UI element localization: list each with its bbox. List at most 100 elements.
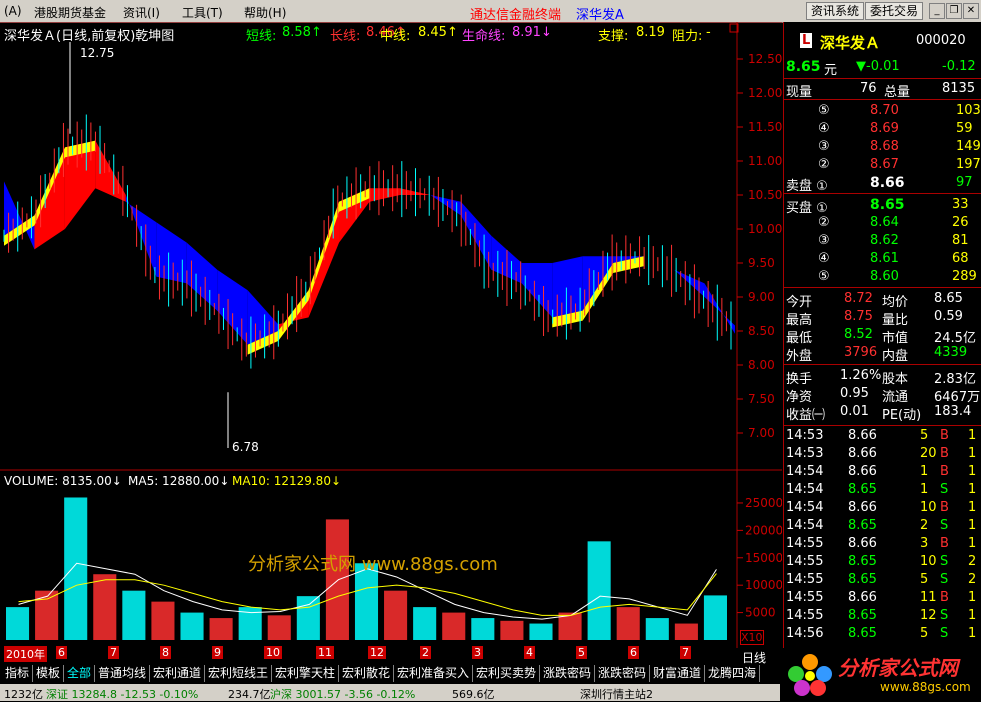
indicator-tab[interactable]: 宏利擎天柱 bbox=[272, 665, 340, 682]
indicator-tab[interactable]: 涨跌密码 bbox=[540, 665, 596, 682]
tick-row: 14:55 8.65 12 S 1 bbox=[784, 607, 981, 625]
tick-time: 14:54 bbox=[786, 518, 824, 533]
tick-side: S bbox=[940, 608, 949, 623]
indicator-tab[interactable]: 涨跌密码 bbox=[595, 665, 651, 682]
stat-label: 收益㈠ bbox=[786, 408, 826, 423]
minimize-icon[interactable]: _ bbox=[929, 3, 945, 19]
vol-tick-label: 20000 bbox=[745, 523, 782, 537]
x-axis-label: 6 bbox=[628, 646, 639, 659]
sell-row: 卖盘 ① 8.66 97 bbox=[784, 174, 981, 194]
x-axis-label: 5 bbox=[576, 646, 587, 659]
x-axis-label: 4 bbox=[524, 646, 535, 659]
ribbon-segment bbox=[674, 269, 705, 297]
tick-side: B bbox=[940, 464, 949, 479]
sell-volume: 103 bbox=[956, 103, 981, 118]
info-system-button[interactable]: 资讯系统 bbox=[806, 2, 865, 20]
total-volume-label: 总量 bbox=[884, 85, 911, 100]
tick-volume: 11 bbox=[920, 590, 937, 605]
tick-count: 1 bbox=[968, 464, 977, 479]
menu-info[interactable]: 资讯(I) bbox=[123, 4, 160, 21]
sell-row: ⑤ 8.70 103 bbox=[784, 102, 981, 120]
buy-row: 买盘 ① 8.65 33 bbox=[784, 196, 981, 216]
tick-row: 14:55 8.66 3 B 1 bbox=[784, 535, 981, 553]
stat-label: 内盘 bbox=[882, 349, 909, 364]
tick-time: 14:54 bbox=[786, 500, 824, 515]
volume-bar bbox=[6, 607, 30, 640]
total-volume: 8135 bbox=[942, 81, 976, 96]
sell-row: ③ 8.68 149 bbox=[784, 138, 981, 156]
tick-side: S bbox=[940, 626, 949, 641]
indicator-tab[interactable]: 宏利短线王 bbox=[205, 665, 273, 682]
indicator-tab[interactable]: 宏利买卖势 bbox=[473, 665, 541, 682]
x-scale-label[interactable]: X10 bbox=[740, 630, 764, 645]
buy-price: 8.65 bbox=[870, 197, 905, 213]
tick-row: 14:54 8.66 10 B 1 bbox=[784, 499, 981, 517]
indicator-tab[interactable]: 宏利散花 bbox=[339, 665, 395, 682]
x-axis-label: 7 bbox=[108, 646, 119, 659]
tick-row: 14:56 8.65 5 S 1 bbox=[784, 625, 981, 643]
indicator-tab[interactable]: 宏利准备买入 bbox=[394, 665, 474, 682]
tick-price: 8.65 bbox=[848, 518, 877, 533]
ma10-label: MA10: 12129.80↓ bbox=[232, 474, 342, 488]
volume-bar bbox=[64, 497, 88, 640]
indicator-tab[interactable]: 龙腾四海 bbox=[705, 665, 761, 682]
menu-help[interactable]: 帮助(H) bbox=[244, 4, 286, 21]
x-axis-label: 2010年 bbox=[4, 646, 47, 662]
sell-level-label: ④ bbox=[818, 121, 830, 136]
tick-time: 14:54 bbox=[786, 482, 824, 497]
indicator-tab[interactable]: 宏利通道 bbox=[150, 665, 206, 682]
tick-row: 14:53 8.66 20 B 1 bbox=[784, 445, 981, 463]
y-tick-label: 11.00 bbox=[748, 154, 782, 168]
tick-time: 14:55 bbox=[786, 572, 824, 587]
sell-level-label: ⑤ bbox=[818, 103, 830, 118]
volume-bar bbox=[267, 615, 291, 640]
volume-bar bbox=[645, 618, 669, 640]
stat-value: 183.4 bbox=[934, 404, 972, 419]
volume-bar bbox=[122, 590, 146, 640]
buy-level-label: ② bbox=[818, 215, 830, 230]
divider bbox=[784, 425, 981, 426]
status-amount-b: 234.7亿 bbox=[228, 688, 271, 701]
vol-tick-label: 25000 bbox=[745, 496, 782, 510]
volume-bar bbox=[616, 607, 640, 640]
tick-price: 8.65 bbox=[848, 608, 877, 623]
volume-bar bbox=[413, 607, 437, 640]
x-axis-label: 9 bbox=[212, 646, 223, 659]
tick-volume: 10 bbox=[920, 500, 937, 515]
close-icon[interactable]: ✕ bbox=[963, 3, 979, 19]
stat2-row: 净资 0.95 流通 6467万 bbox=[784, 385, 981, 405]
indicator-tab[interactable]: 财富通道 bbox=[650, 665, 706, 682]
tick-volume: 1 bbox=[920, 482, 929, 497]
tick-row: 14:55 8.65 5 S 2 bbox=[784, 571, 981, 589]
kline-chart-area[interactable]: 深华发Ａ(日线,前复权)乾坤图 短线: 8.58↑ 长线: 8.46↑ 中线: … bbox=[0, 22, 782, 665]
indicator-tab[interactable]: 普通均线 bbox=[95, 665, 151, 682]
menu-tools[interactable]: 工具(T) bbox=[182, 4, 223, 21]
divider bbox=[784, 287, 981, 288]
buy-level-label: ⑤ bbox=[818, 269, 830, 284]
tick-row: 14:55 8.65 10 S 2 bbox=[784, 553, 981, 571]
last-price: 8.65 bbox=[786, 59, 821, 75]
tick-time: 14:55 bbox=[786, 536, 824, 551]
stat2-row: 收益㈠ 0.01 PE(动) 183.4 bbox=[784, 403, 981, 423]
stat-row: 最高 8.75 量比 0.59 bbox=[784, 308, 981, 328]
buy-row: ② 8.64 26 bbox=[784, 214, 981, 232]
system-menu-icon[interactable]: (A) bbox=[4, 4, 22, 18]
buy-level-label: ③ bbox=[818, 233, 830, 248]
tick-time: 14:53 bbox=[786, 446, 824, 461]
indicator-tab[interactable]: 指标 bbox=[2, 665, 34, 682]
y-tick-label: 9.00 bbox=[748, 290, 775, 304]
high-annotation: 12.75 bbox=[80, 46, 115, 60]
logo-url: www.88gs.com bbox=[880, 680, 971, 694]
menu-futures[interactable]: 港股期货基金 bbox=[34, 4, 106, 21]
y-tick-label: 8.00 bbox=[748, 358, 775, 372]
stat-row: 外盘 3796 内盘 4339 bbox=[784, 344, 981, 364]
tick-count: 1 bbox=[968, 446, 977, 461]
trade-button[interactable]: 委托交易 bbox=[865, 2, 924, 20]
indicator-tab[interactable]: 全部 bbox=[64, 665, 96, 682]
restore-icon[interactable]: ❐ bbox=[946, 3, 962, 19]
low-annotation: 6.78 bbox=[232, 440, 259, 454]
sell-volume: 59 bbox=[956, 121, 973, 136]
indicator-tab[interactable]: 模板 bbox=[33, 665, 65, 682]
stat-label: 外盘 bbox=[786, 349, 813, 364]
buy-volume: 289 bbox=[952, 269, 977, 284]
